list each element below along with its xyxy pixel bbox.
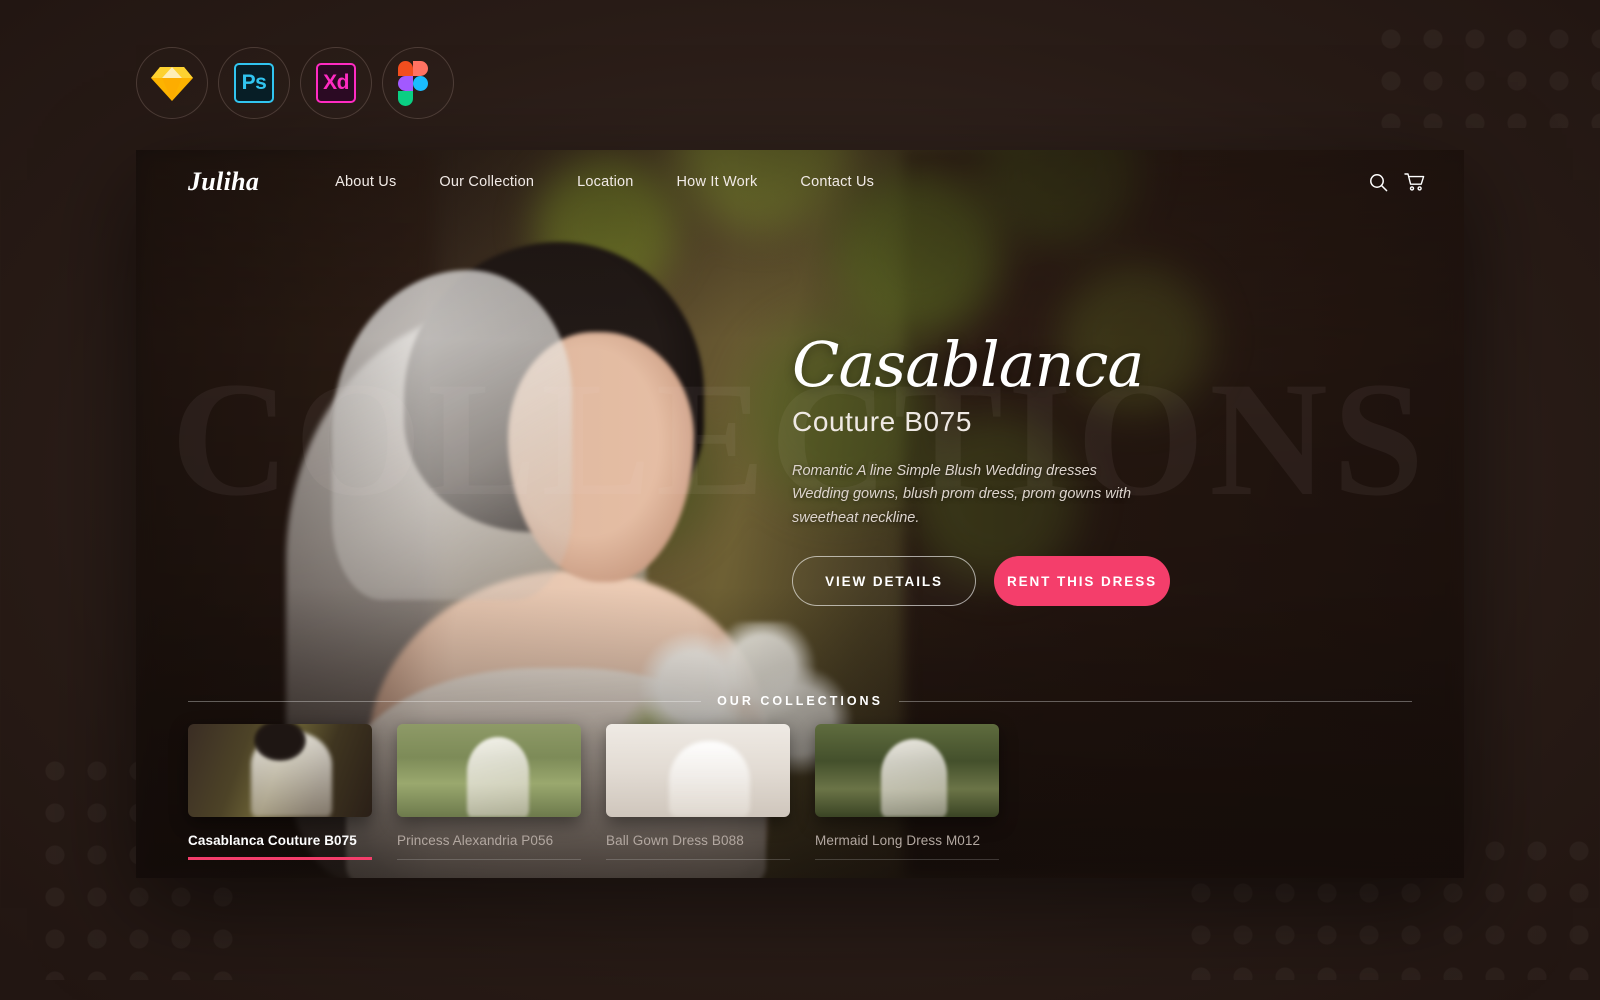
collection-card-list: Casablanca Couture B075 Princess Alexand… <box>188 724 1412 860</box>
collections-section: OUR COLLECTIONS Casablanca Couture B075 … <box>136 688 1464 878</box>
tool-badge-figma[interactable] <box>382 47 454 119</box>
collection-card-casablanca[interactable]: Casablanca Couture B075 <box>188 724 372 860</box>
collection-thumbnail <box>397 724 581 817</box>
tool-badge-photoshop[interactable]: Ps <box>218 47 290 119</box>
tool-badge-adobe-xd[interactable]: Xd <box>300 47 372 119</box>
photoshop-icon: Ps <box>234 63 274 103</box>
collection-card-mermaid-long[interactable]: Mermaid Long Dress M012 <box>815 724 999 860</box>
collection-card-label: Mermaid Long Dress M012 <box>815 833 999 860</box>
hero-script-title: Casablanca <box>792 328 1144 401</box>
nav-item-about-us[interactable]: About Us <box>335 174 396 190</box>
nav-icon-group <box>1369 172 1426 192</box>
search-icon[interactable] <box>1369 173 1388 192</box>
adobe-xd-icon: Xd <box>316 63 356 103</box>
collection-card-ball-gown[interactable]: Ball Gown Dress B088 <box>606 724 790 860</box>
collection-thumbnail <box>188 724 372 817</box>
collection-card-label: Ball Gown Dress B088 <box>606 833 790 860</box>
collection-card-princess-alexandria[interactable]: Princess Alexandria P056 <box>397 724 581 860</box>
site-logo[interactable]: Juliha <box>188 167 259 197</box>
collection-thumbnail <box>815 724 999 817</box>
divider-left <box>188 700 702 702</box>
design-tool-badges: Ps Xd <box>136 47 454 119</box>
collection-thumbnail <box>606 724 790 817</box>
view-details-button[interactable]: VIEW DETAILS <box>792 556 976 607</box>
hero-content: Casablanca Couture B075 Romantic A line … <box>792 328 1212 607</box>
hero-subtitle: Couture B075 <box>792 405 972 437</box>
sketch-icon <box>151 67 193 101</box>
collections-heading: OUR COLLECTIONS <box>717 694 883 708</box>
nav-item-our-collection[interactable]: Our Collection <box>439 174 534 190</box>
decorative-dots-top-right <box>1370 18 1600 128</box>
collections-heading-row: OUR COLLECTIONS <box>188 688 1412 708</box>
nav-item-location[interactable]: Location <box>577 174 633 190</box>
collection-card-label: Princess Alexandria P056 <box>397 833 581 860</box>
rent-this-dress-button[interactable]: RENT THIS DRESS <box>994 556 1170 607</box>
cart-icon[interactable] <box>1404 172 1426 192</box>
collection-card-label: Casablanca Couture B075 <box>188 833 372 860</box>
website-mockup-frame: COLLECTIONS Juliha About Us Our Collecti… <box>136 150 1464 878</box>
hero-button-row: VIEW DETAILS RENT THIS DRESS <box>792 556 1212 607</box>
nav-item-contact-us[interactable]: Contact Us <box>800 174 874 190</box>
site-navbar: Juliha About Us Our Collection Location … <box>136 150 1464 214</box>
nav-item-how-it-work[interactable]: How It Work <box>677 174 758 190</box>
divider-right <box>898 700 1412 702</box>
tool-badge-sketch[interactable] <box>136 47 208 119</box>
nav-links: About Us Our Collection Location How It … <box>335 174 874 190</box>
figma-icon <box>398 61 438 106</box>
hero-description: Romantic A line Simple Blush Wedding dre… <box>792 462 1132 526</box>
